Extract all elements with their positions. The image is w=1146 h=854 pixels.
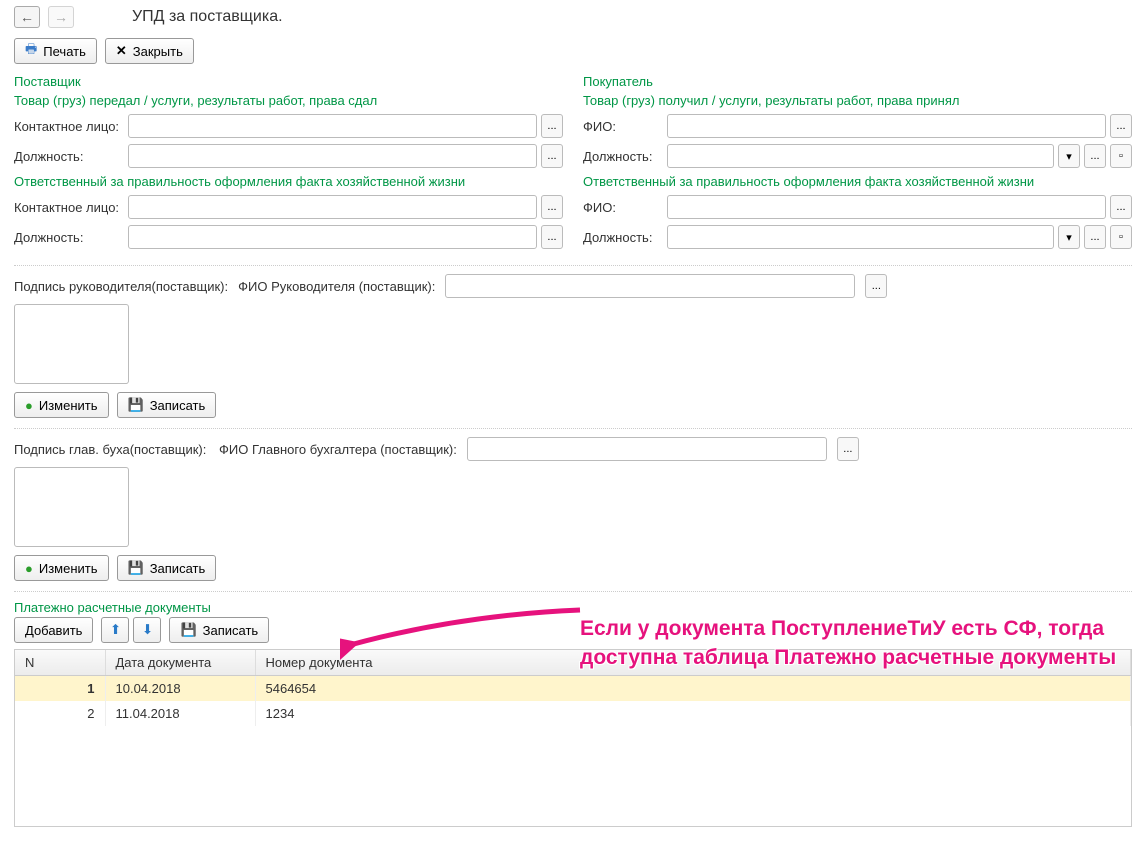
- nav-forward-button[interactable]: →: [48, 6, 74, 28]
- nav-back-button[interactable]: ←: [14, 6, 40, 28]
- sig2-canvas[interactable]: [14, 467, 129, 547]
- supplier-position-input[interactable]: [128, 144, 537, 168]
- buyer-fio-select[interactable]: ...: [1110, 114, 1132, 138]
- plus-icon: ●: [25, 398, 33, 413]
- sig2-fio-input[interactable]: [467, 437, 827, 461]
- buyer-fio2-select[interactable]: ...: [1110, 195, 1132, 219]
- page-title: УПД за поставщика.: [132, 8, 283, 26]
- supplier-sub2: Ответственный за правильность оформления…: [14, 174, 563, 189]
- buyer-position2-select[interactable]: ...: [1084, 225, 1106, 249]
- docs-add-button[interactable]: Добавить: [14, 617, 93, 643]
- sig2-fio-select[interactable]: ...: [837, 437, 859, 461]
- buyer-fio-label: ФИО:: [583, 119, 663, 134]
- supplier-position2-label: Должность:: [14, 230, 124, 245]
- supplier-title: Поставщик: [14, 74, 563, 89]
- buyer-fio2-input[interactable]: [667, 195, 1106, 219]
- buyer-fio2-label: ФИО:: [583, 200, 663, 215]
- sig1-save-button[interactable]: 💾 Записать: [117, 392, 217, 418]
- buyer-position2-open[interactable]: ▫: [1110, 225, 1132, 249]
- sig2-label: Подпись глав. буха(поставщик):: [14, 442, 209, 457]
- sig1-canvas[interactable]: [14, 304, 129, 384]
- buyer-fio-input[interactable]: [667, 114, 1106, 138]
- plus-icon: ●: [25, 561, 33, 576]
- buyer-position-dropdown[interactable]: ▾: [1058, 144, 1080, 168]
- supplier-position-label: Должность:: [14, 149, 124, 164]
- buyer-title: Покупатель: [583, 74, 1132, 89]
- supplier-position-select[interactable]: ...: [541, 144, 563, 168]
- col-date[interactable]: Дата документа: [105, 650, 255, 676]
- buyer-sub1: Товар (груз) получил / услуги, результат…: [583, 93, 1132, 108]
- supplier-contact2-select[interactable]: ...: [541, 195, 563, 219]
- arrow-down-icon: ⬇: [142, 622, 153, 638]
- print-button[interactable]: 🖶 Печать: [14, 38, 97, 64]
- buyer-position-select[interactable]: ...: [1084, 144, 1106, 168]
- supplier-position2-input[interactable]: [128, 225, 537, 249]
- close-icon: ✕: [116, 43, 127, 59]
- sig1-fio-select[interactable]: ...: [865, 274, 887, 298]
- buyer-sub2: Ответственный за правильность оформления…: [583, 174, 1132, 189]
- supplier-position2-select[interactable]: ...: [541, 225, 563, 249]
- supplier-contact-label: Контактное лицо:: [14, 119, 124, 134]
- move-up-button[interactable]: ⬆: [101, 617, 129, 643]
- arrow-up-icon: ⬆: [110, 622, 121, 638]
- move-down-button[interactable]: ⬇: [133, 617, 161, 643]
- sig2-fio-label: ФИО Главного бухгалтера (поставщик):: [219, 442, 457, 457]
- buyer-position-input[interactable]: [667, 144, 1054, 168]
- sig1-label: Подпись руководителя(поставщик):: [14, 279, 228, 294]
- close-button[interactable]: ✕ Закрыть: [105, 38, 194, 64]
- sig2-change-button[interactable]: ● Изменить: [14, 555, 109, 581]
- supplier-contact2-input[interactable]: [128, 195, 537, 219]
- buyer-position-open[interactable]: ▫: [1110, 144, 1132, 168]
- save-icon: 💾: [128, 397, 144, 413]
- supplier-contact-input[interactable]: [128, 114, 537, 138]
- docs-title: Платежно расчетные документы: [14, 600, 1132, 615]
- sig1-change-button[interactable]: ● Изменить: [14, 392, 109, 418]
- table-row[interactable]: 1 10.04.2018 5464654: [15, 676, 1131, 702]
- supplier-contact2-label: Контактное лицо:: [14, 200, 124, 215]
- table-row[interactable]: 2 11.04.2018 1234: [15, 701, 1131, 726]
- docs-save-button[interactable]: 💾 Записать: [169, 617, 269, 643]
- buyer-position2-dropdown[interactable]: ▾: [1058, 225, 1080, 249]
- col-num[interactable]: Номер документа: [255, 650, 1131, 676]
- col-n[interactable]: N: [15, 650, 105, 676]
- sig1-fio-input[interactable]: [445, 274, 855, 298]
- close-label: Закрыть: [133, 44, 183, 59]
- buyer-position2-input[interactable]: [667, 225, 1054, 249]
- print-icon: 🖶: [25, 40, 37, 62]
- supplier-contact-select[interactable]: ...: [541, 114, 563, 138]
- sig2-save-button[interactable]: 💾 Записать: [117, 555, 217, 581]
- sig1-fio-label: ФИО Руководителя (поставщик):: [238, 279, 435, 294]
- supplier-sub1: Товар (груз) передал / услуги, результат…: [14, 93, 563, 108]
- docs-table[interactable]: N Дата документа Номер документа 1 10.04…: [15, 650, 1131, 726]
- print-label: Печать: [43, 44, 86, 59]
- buyer-position2-label: Должность:: [583, 230, 663, 245]
- save-icon: 💾: [128, 560, 144, 576]
- buyer-position-label: Должность:: [583, 149, 663, 164]
- save-icon: 💾: [180, 622, 196, 638]
